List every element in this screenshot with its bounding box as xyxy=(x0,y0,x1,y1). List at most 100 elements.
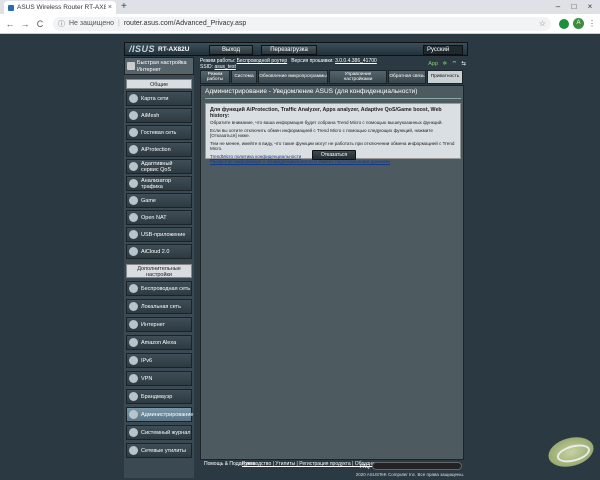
sidebar-item-network-map[interactable]: Карта сети xyxy=(126,91,192,106)
sidebar-item-aicloud[interactable]: AiCloud 2.0 xyxy=(126,244,192,259)
faq-label: FAQ xyxy=(360,464,371,470)
sidebar-item-vpn[interactable]: VPN xyxy=(126,371,192,386)
sidebar-item-alexa[interactable]: Amazon Alexa xyxy=(126,335,192,350)
sidebar-item-label: Сетевые утилиты xyxy=(141,447,186,454)
sidebar-item-wireless[interactable]: Беспроводная сеть xyxy=(126,281,192,296)
wifi-icon: ⌔ xyxy=(451,61,457,67)
wireless-icon xyxy=(129,284,138,293)
forward-icon[interactable]: → xyxy=(19,19,31,29)
open-nat-icon xyxy=(129,213,138,222)
tab-close-icon[interactable]: × xyxy=(108,4,112,11)
url-input[interactable]: ⓘ Не защищено | router.asus.com/Advanced… xyxy=(53,16,551,31)
sidebar-item-label: Гостевая сеть xyxy=(141,129,177,136)
not-secure-label: Не защищено xyxy=(69,20,114,27)
sidebar-item-guest-network[interactable]: Гостевая сеть xyxy=(126,125,192,140)
sidebar-item-wan[interactable]: Интернет xyxy=(126,317,192,332)
model-name: RT-AX82U xyxy=(158,45,190,53)
tab-operation-mode[interactable]: Режим работы xyxy=(200,70,230,84)
panel-text-2: Если вы хотите отключить обмен информаци… xyxy=(210,127,433,139)
sidebar-item-label: IPv6 xyxy=(141,357,153,364)
sidebar-item-network-tools[interactable]: Сетевые утилиты xyxy=(126,443,192,458)
status-bar: Режим работы: Беспроводной роутер Версия… xyxy=(196,57,468,70)
sidebar-item-administration[interactable]: Администрирование xyxy=(126,407,194,422)
sidebar-item-label: VPN xyxy=(141,375,153,382)
sidebar-item-game[interactable]: Game xyxy=(126,193,192,208)
admin-icon xyxy=(129,410,138,419)
panel-heading: Для функций AiProtection, Traffic Analyz… xyxy=(210,107,442,119)
sidebar-item-label: Администрирование xyxy=(141,411,194,418)
reload-icon[interactable]: C xyxy=(34,19,46,29)
language-select[interactable]: Русский xyxy=(423,45,463,55)
sidebar-item-aiprotection[interactable]: AiProtection xyxy=(126,142,192,157)
tab-settings-management[interactable]: Управление настройками xyxy=(329,70,387,84)
app-label: App xyxy=(428,61,439,67)
game-icon xyxy=(129,196,138,205)
browser-menu-icon[interactable]: ⋮ xyxy=(588,19,596,28)
reboot-button[interactable]: Перезагрузка xyxy=(261,45,317,55)
panel-text-1: Обратите внимание, что ваша информация б… xyxy=(210,120,443,125)
browser-tab-bar: ASUS Wireless Router RT-AX82... × + – □ … xyxy=(0,0,600,14)
sidebar-item-firewall[interactable]: Брандмауэр xyxy=(126,389,192,404)
sidebar-item-label: Карта сети xyxy=(141,95,169,102)
tab-firmware-upgrade[interactable]: Обновление микропрограммы xyxy=(258,70,328,84)
sidebar-item-label: AiProtection xyxy=(141,146,171,153)
new-tab-button[interactable]: + xyxy=(121,1,127,13)
firmware-label: Версия прошивки: xyxy=(291,58,334,64)
back-icon[interactable]: ← xyxy=(4,19,16,29)
usb-status-icon: ⇆ xyxy=(461,61,466,67)
sidebar-item-label: Amazon Alexa xyxy=(141,339,177,346)
sidebar-item-qos[interactable]: Адаптивный сервис QoS xyxy=(126,159,192,174)
tab-privacy[interactable]: Приватность xyxy=(427,70,463,84)
title-divider xyxy=(205,98,461,99)
sidebar-item-label: Интернет xyxy=(141,321,165,328)
usb-icon xyxy=(129,230,138,239)
section-general: Общие xyxy=(126,79,192,89)
sidebar-item-label: Анализатор трафика xyxy=(141,177,172,190)
browser-tab[interactable]: ASUS Wireless Router RT-AX82... × xyxy=(4,1,116,14)
opt-out-button[interactable]: Отказаться xyxy=(312,150,356,160)
sidebar-item-label: Локальная сеть xyxy=(141,303,181,310)
asus-logo: /ISUS xyxy=(129,44,156,54)
avatar[interactable]: A xyxy=(573,18,584,29)
sidebar-item-usb-app[interactable]: USB-приложение xyxy=(126,227,192,242)
mode-value[interactable]: Беспроводной роутер xyxy=(237,58,288,64)
gear-icon[interactable]: ✲ xyxy=(443,61,448,67)
separator: | xyxy=(118,20,120,27)
tab-feedback[interactable]: Обратная связь xyxy=(388,70,426,84)
sidebar-item-ipv6[interactable]: IPv6 xyxy=(126,353,192,368)
sidebar-item-label: Системный журнал xyxy=(141,429,191,436)
privacy-panel: Для функций AiProtection, Traffic Analyz… xyxy=(205,103,461,164)
sidebar-item-label: AiCloud 2.0 xyxy=(141,248,170,255)
close-window-icon[interactable]: × xyxy=(582,0,598,14)
network-map-icon xyxy=(129,94,138,103)
faq-search-input[interactable] xyxy=(372,462,462,470)
url-text: router.asus.com/Advanced_Privacy.asp xyxy=(123,20,247,27)
system-log-icon xyxy=(129,428,138,437)
sidebar-item-aimesh[interactable]: AiMesh xyxy=(126,108,192,123)
sidebar-item-open-nat[interactable]: Open NAT xyxy=(126,210,192,225)
lan-icon xyxy=(129,302,138,311)
traffic-analyzer-icon xyxy=(129,179,138,188)
address-bar: ← → C ⓘ Не защищено | router.asus.com/Ad… xyxy=(0,14,600,34)
logout-button[interactable]: Выход xyxy=(209,45,253,55)
tab-title: ASUS Wireless Router RT-AX82... xyxy=(17,4,106,11)
tab-system[interactable]: Система xyxy=(231,70,257,84)
firmware-value[interactable]: 3.0.0.4.386_41700 xyxy=(335,58,377,64)
sidebar-item-label: Адаптивный сервис QoS xyxy=(141,160,173,173)
sidebar-item-lan[interactable]: Локальная сеть xyxy=(126,299,192,314)
copyright: 2020 ASUSTeK Computer Inc. Все права защ… xyxy=(355,472,464,477)
cloud-icon xyxy=(129,247,138,256)
sidebar-item-traffic-analyzer[interactable]: Анализатор трафика xyxy=(126,176,192,191)
sidebar-item-system-log[interactable]: Системный журнал xyxy=(126,425,192,440)
ipv6-icon xyxy=(129,356,138,365)
sidebar-item-label: Брандмауэр xyxy=(141,393,173,400)
warning-icon: ⓘ xyxy=(58,20,65,28)
bookmark-star-icon[interactable]: ☆ xyxy=(539,19,546,28)
firewall-icon xyxy=(129,392,138,401)
extension-icon[interactable] xyxy=(559,18,569,29)
quick-setup-button[interactable]: Быстрая настройка Интернет xyxy=(124,57,194,75)
maximize-icon[interactable]: □ xyxy=(566,0,582,14)
shield-icon xyxy=(129,145,138,154)
minimize-icon[interactable]: – xyxy=(550,0,566,14)
network-tools-icon xyxy=(129,446,138,455)
